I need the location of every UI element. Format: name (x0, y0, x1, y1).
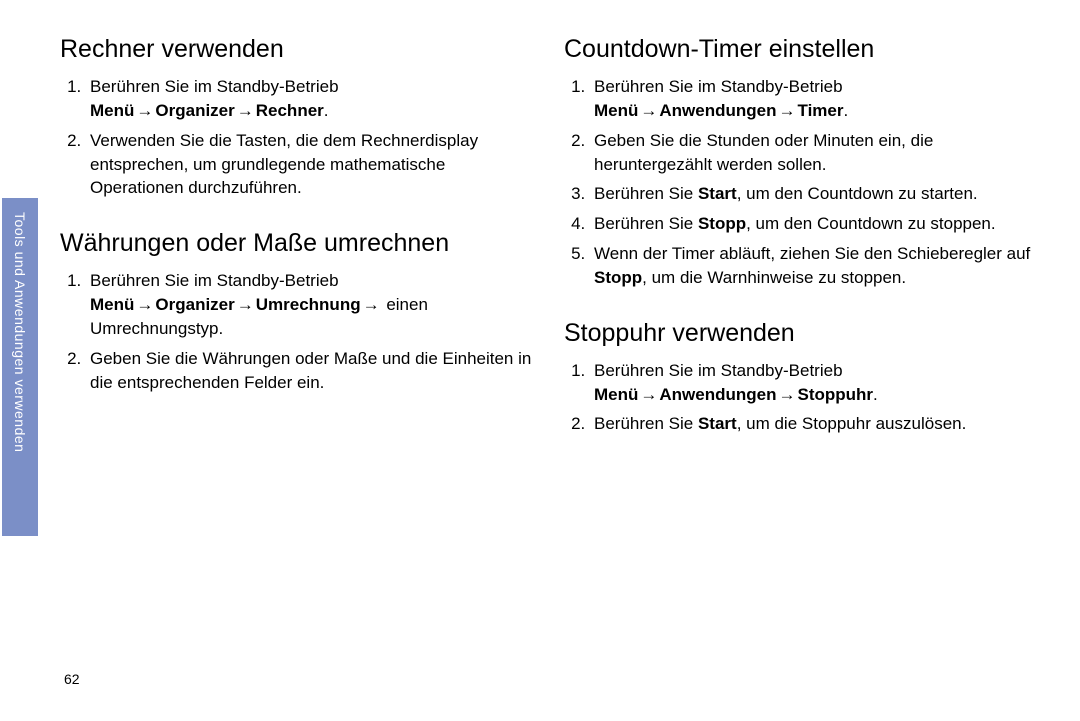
bold-text: Anwendungen (659, 385, 776, 404)
list-countdown: Berühren Sie im Standby-Betrieb Menü→Anw… (564, 75, 1040, 289)
list-item: Berühren Sie im Standby-Betrieb Menü→Anw… (590, 359, 1040, 407)
arrow-icon: → (638, 385, 659, 404)
heading-countdown: Countdown-Timer einstellen (564, 34, 1040, 65)
bold-text: Anwendungen (659, 101, 776, 120)
list-item: Berühren Sie Stopp, um den Countdown zu … (590, 212, 1040, 236)
text: , um den Countdown zu starten. (737, 184, 978, 203)
list-rechner: Berühren Sie im Standby-Betrieb Menü→Org… (60, 75, 536, 200)
bold-text: Start (698, 184, 737, 203)
list-item: Berühren Sie im Standby-Betrieb Menü→Anw… (590, 75, 1040, 123)
text: Berühren Sie im Standby-Betrieb (594, 77, 843, 96)
arrow-icon: → (638, 101, 659, 120)
text: Berühren Sie (594, 414, 698, 433)
text: Berühren Sie im Standby-Betrieb (90, 77, 339, 96)
sidebar-label: Tools und Anwendungen verwenden (12, 212, 28, 452)
arrow-icon: → (361, 295, 382, 314)
sidebar-tab: Tools und Anwendungen verwenden (2, 198, 38, 536)
bold-text: Stopp (698, 214, 746, 233)
list-item: Verwenden Sie die Tasten, die dem Rechne… (86, 129, 536, 200)
list-item: Wenn der Timer abläuft, ziehen Sie den S… (590, 242, 1040, 290)
arrow-icon: → (235, 295, 256, 314)
bold-text: Stopp (594, 268, 642, 287)
bold-text: Menü (90, 101, 134, 120)
list-item: Geben Sie die Währungen oder Maße und di… (86, 347, 536, 395)
list-item: Berühren Sie im Standby-Betrieb Menü→Org… (86, 269, 536, 340)
bold-text: Organizer (155, 101, 234, 120)
arrow-icon: → (134, 295, 155, 314)
text: Wenn der Timer abläuft, ziehen Sie den S… (594, 244, 1030, 263)
heading-stoppuhr: Stoppuhr verwenden (564, 318, 1040, 349)
text: , um die Warnhinweise zu stoppen. (642, 268, 906, 287)
bold-text: Rechner (256, 101, 324, 120)
text: . (844, 101, 849, 120)
list-item: Geben Sie die Stunden oder Minuten ein, … (590, 129, 1040, 177)
list-umrechnen: Berühren Sie im Standby-Betrieb Menü→Org… (60, 269, 536, 394)
right-column: Countdown-Timer einstellen Berühren Sie … (564, 20, 1040, 701)
text: Berühren Sie im Standby-Betrieb (90, 271, 339, 290)
heading-umrechnen: Währungen oder Maße umrechnen (60, 228, 536, 259)
text: Berühren Sie im Standby-Betrieb (594, 361, 843, 380)
arrow-icon: → (777, 385, 798, 404)
bold-text: Organizer (155, 295, 234, 314)
bold-text: Stoppuhr (798, 385, 874, 404)
text: , um die Stoppuhr auszulösen. (737, 414, 967, 433)
bold-text: Start (698, 414, 737, 433)
arrow-icon: → (235, 101, 256, 120)
text: , um den Countdown zu stoppen. (746, 214, 996, 233)
list-item: Berühren Sie im Standby-Betrieb Menü→Org… (86, 75, 536, 123)
bold-text: Timer (798, 101, 844, 120)
text: Berühren Sie (594, 184, 698, 203)
list-item: Berühren Sie Start, um die Stoppuhr ausz… (590, 412, 1040, 436)
text: Berühren Sie (594, 214, 698, 233)
text: . (873, 385, 878, 404)
text: . (324, 101, 329, 120)
list-item: Berühren Sie Start, um den Countdown zu … (590, 182, 1040, 206)
left-column: Rechner verwenden Berühren Sie im Standb… (60, 20, 536, 701)
arrow-icon: → (777, 101, 798, 120)
bold-text: Umrechnung (256, 295, 361, 314)
list-stoppuhr: Berühren Sie im Standby-Betrieb Menü→Anw… (564, 359, 1040, 436)
bold-text: Menü (90, 295, 134, 314)
arrow-icon: → (134, 101, 155, 120)
bold-text: Menü (594, 385, 638, 404)
page-number: 62 (64, 671, 80, 687)
content-area: Rechner verwenden Berühren Sie im Standb… (60, 20, 1040, 701)
bold-text: Menü (594, 101, 638, 120)
page: Tools und Anwendungen verwenden Rechner … (0, 0, 1080, 721)
heading-rechner: Rechner verwenden (60, 34, 536, 65)
